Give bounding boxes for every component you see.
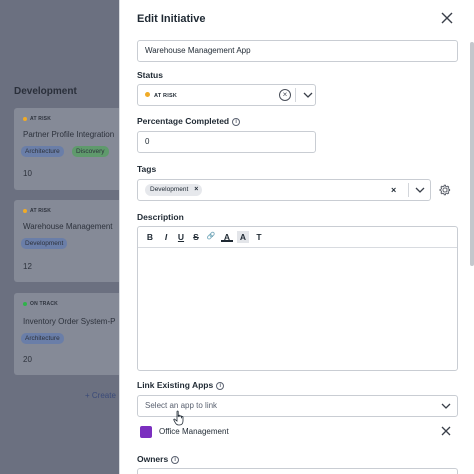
card-status: AT RISK	[23, 208, 51, 214]
linked-app-row: Office Management	[137, 424, 458, 442]
card-number: 10	[23, 169, 32, 178]
tag-chip: Development ×	[145, 184, 203, 196]
divider	[295, 88, 296, 102]
link-app-select[interactable]: Select an app to link	[137, 395, 458, 417]
link-app-placeholder: Select an app to link	[145, 401, 218, 410]
clear-tags-icon[interactable]: ×	[391, 180, 396, 200]
chevron-down-icon[interactable]	[436, 396, 456, 416]
tags-select[interactable]: Development × ×	[137, 179, 431, 201]
status-dot	[23, 301, 27, 306]
hand-cursor-icon	[173, 410, 184, 426]
status-dot	[145, 92, 150, 98]
divider	[408, 183, 409, 197]
status-select[interactable]: AT RISK ×	[137, 84, 316, 106]
card-status-text: AT RISK	[30, 116, 52, 122]
edit-initiative-panel: Edit Initiative Warehouse Management App…	[119, 0, 474, 474]
scrollbar[interactable]	[470, 42, 474, 266]
card-name: Warehouse Management	[23, 222, 113, 231]
owners-label: Owners i	[137, 454, 180, 464]
create-link[interactable]: + Create	[85, 391, 116, 400]
card-tag: Development	[21, 238, 68, 249]
link-icon[interactable]: 🔗	[205, 231, 217, 243]
app-icon	[140, 426, 152, 438]
percentage-label: Percentage Completed i	[137, 116, 241, 126]
column-title: Development	[14, 86, 77, 97]
card-name: Partner Profile Integration	[23, 130, 115, 139]
remove-app-icon[interactable]	[439, 424, 453, 438]
italic-icon[interactable]: I	[160, 231, 172, 243]
card-number: 12	[23, 262, 32, 271]
percentage-label-text: Percentage Completed	[137, 116, 230, 126]
status-label: Status	[137, 70, 163, 80]
initiative-card[interactable]: ON TRACK Inventory Order System-P Archit…	[14, 293, 124, 375]
tag-chip-label: Development	[150, 186, 189, 193]
card-name: Inventory Order System-P	[23, 317, 116, 326]
clear-format-icon[interactable]: T	[253, 231, 265, 243]
initiative-name-input[interactable]: Warehouse Management App	[137, 40, 458, 62]
owners-label-text: Owners	[137, 454, 169, 464]
gear-icon[interactable]	[438, 183, 452, 197]
card-number: 20	[23, 355, 32, 364]
percentage-input[interactable]: 0	[137, 131, 316, 153]
chevron-down-icon[interactable]	[298, 85, 318, 105]
linked-app-name: Office Management	[159, 427, 229, 436]
card-status: AT RISK	[23, 116, 51, 122]
card-tag: Architecture	[21, 146, 64, 157]
info-icon[interactable]: i	[171, 455, 180, 464]
status-dot	[23, 208, 27, 213]
bold-icon[interactable]: B	[144, 231, 156, 243]
strikethrough-icon[interactable]: S	[190, 231, 202, 243]
info-icon[interactable]: i	[232, 117, 241, 126]
description-editor[interactable]: B I U S 🔗 A A T	[137, 226, 458, 371]
initiative-card[interactable]: AT RISK Partner Profile Integration Arch…	[14, 108, 124, 190]
status-dot	[23, 116, 27, 121]
card-tag: Architecture	[21, 333, 64, 344]
status-value: AT RISK	[154, 93, 177, 99]
link-apps-label: Link Existing Apps i	[137, 380, 225, 390]
initiative-card[interactable]: AT RISK Warehouse Management Development…	[14, 200, 124, 282]
panel-title: Edit Initiative	[137, 13, 206, 25]
underline-icon[interactable]: U	[175, 231, 187, 243]
close-icon[interactable]	[440, 11, 454, 25]
remove-tag-icon[interactable]: ×	[194, 184, 198, 196]
card-status: ON TRACK	[23, 301, 58, 307]
link-apps-label-text: Link Existing Apps	[137, 380, 214, 390]
card-tag: Discovery	[72, 146, 109, 157]
description-label: Description	[137, 212, 184, 222]
clear-status-icon[interactable]: ×	[279, 89, 291, 101]
tags-label: Tags	[137, 164, 157, 174]
info-icon[interactable]: i	[216, 381, 225, 390]
editor-toolbar: B I U S 🔗 A A T	[138, 227, 457, 248]
text-color-icon[interactable]: A	[221, 231, 233, 242]
highlight-icon[interactable]: A	[237, 231, 249, 243]
card-status-text: AT RISK	[30, 208, 52, 214]
owners-input[interactable]	[137, 468, 458, 474]
chevron-down-icon[interactable]	[410, 180, 430, 200]
card-status-text: ON TRACK	[30, 301, 58, 307]
